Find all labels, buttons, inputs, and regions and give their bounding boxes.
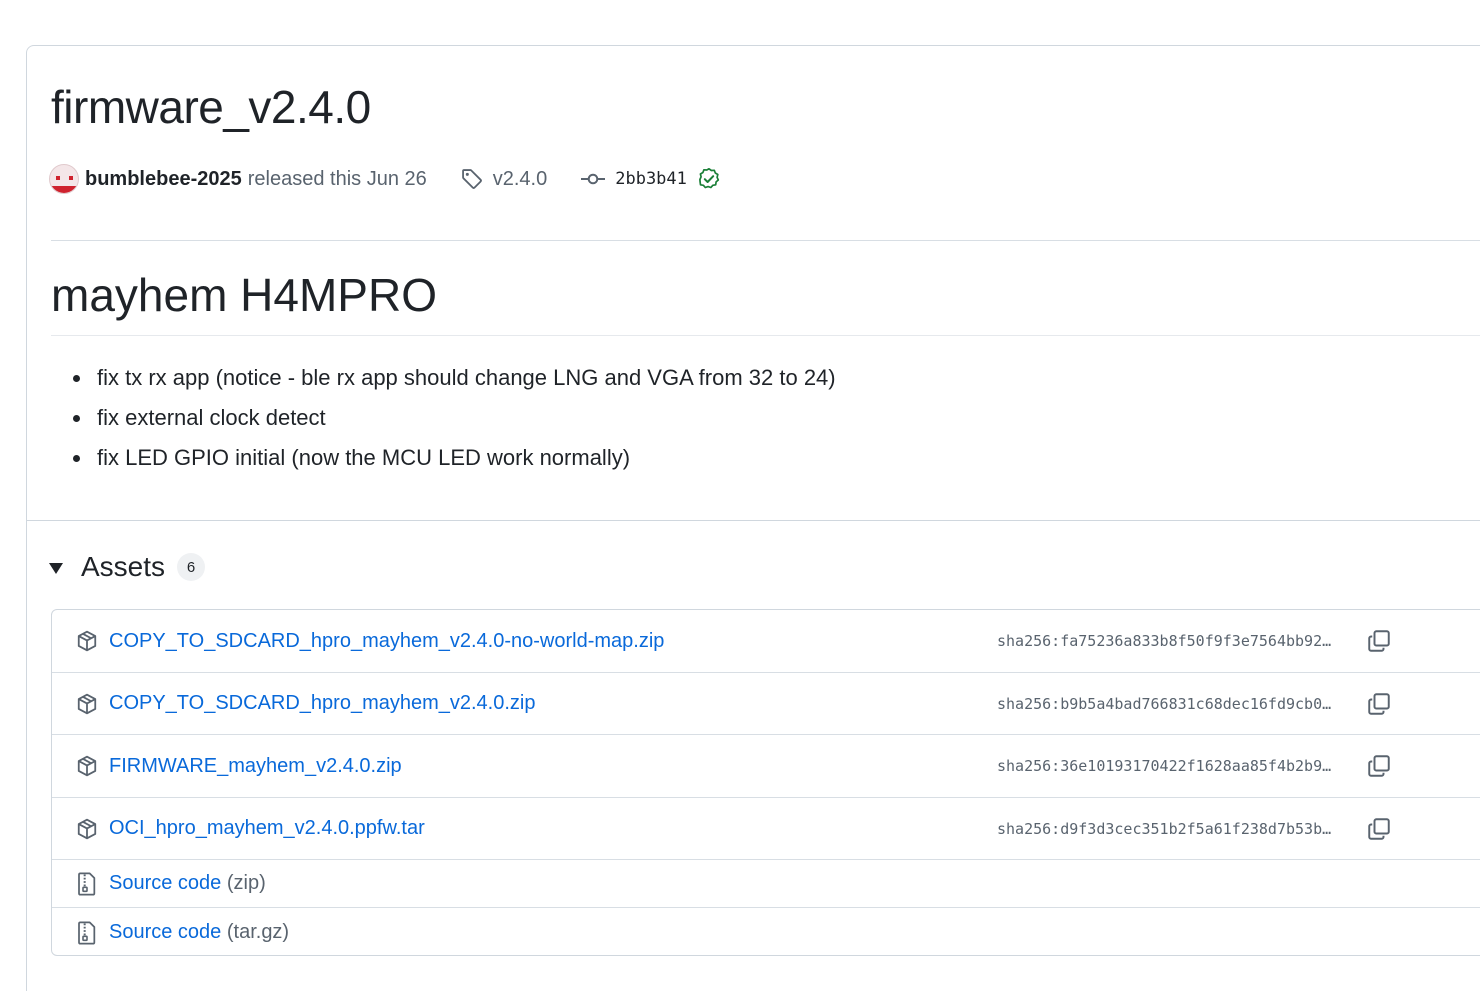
asset-link[interactable]: COPY_TO_SDCARD_hpro_mayhem_v2.4.0.zip: [109, 692, 535, 715]
package-icon: [77, 755, 97, 777]
assets-title: Assets: [81, 551, 166, 582]
file-zip-icon: [78, 871, 96, 896]
assets-divider: [27, 520, 1480, 521]
release-notes-list: fix tx rx app (notice - ble rx app shoul…: [73, 362, 836, 482]
author-avatar[interactable]: [49, 164, 79, 194]
release-title[interactable]: firmware_v2.4.0: [51, 80, 371, 134]
file-zip-icon: [78, 920, 96, 945]
released-date: released this Jun 26: [247, 167, 427, 190]
source-link[interactable]: Source code (zip): [109, 872, 266, 895]
source-suffix: (zip): [226, 872, 266, 894]
triangle-down-icon: [49, 563, 63, 574]
asset-link[interactable]: COPY_TO_SDCARD_hpro_mayhem_v2.4.0-no-wor…: [109, 630, 664, 653]
source-row: Source code (tar.gz): [52, 908, 1480, 955]
asset-sha: sha256:fa75236a833b8f50f9f3e7564bb92…: [997, 632, 1332, 650]
copy-icon[interactable]: [1367, 817, 1391, 841]
source-link[interactable]: Source code (tar.gz): [109, 921, 289, 944]
source-label: Source code: [109, 872, 222, 894]
asset-sha: sha256:b9b5a4bad766831c68dec16fd9cb0…: [997, 694, 1332, 713]
release-meta: bumblebee-2025 released this Jun 26 v2.4…: [49, 162, 721, 196]
source-suffix: (tar.gz): [226, 921, 290, 943]
asset-row: COPY_TO_SDCARD_hpro_mayhem_v2.4.0-no-wor…: [52, 610, 1480, 673]
tag-label: v2.4.0: [492, 167, 548, 190]
package-icon: [77, 630, 97, 652]
asset-sha: sha256:d9f3d3cec351b2f5a61f238d7b53b…: [997, 819, 1332, 838]
author-name[interactable]: bumblebee-2025: [85, 168, 242, 191]
source-label: Source code: [109, 921, 222, 943]
release-card: firmware_v2.4.0 bumblebee-2025 released …: [26, 45, 1480, 991]
list-item: fix external clock detect: [73, 402, 836, 442]
release-commit[interactable]: 2bb3b41: [581, 167, 721, 191]
tag-icon: [461, 169, 482, 189]
asset-row: FIRMWARE_mayhem_v2.4.0.zip sha256:36e101…: [52, 735, 1480, 798]
notes-heading: mayhem H4MPRO: [51, 269, 437, 321]
copy-icon[interactable]: [1367, 754, 1391, 778]
asset-sha: sha256:36e10193170422f1628aa85f4b2b9…: [997, 757, 1332, 775]
asset-link[interactable]: FIRMWARE_mayhem_v2.4.0.zip: [109, 755, 402, 778]
assets-list: COPY_TO_SDCARD_hpro_mayhem_v2.4.0-no-wor…: [51, 609, 1480, 956]
commit-sha: 2bb3b41: [615, 169, 687, 189]
package-icon: [77, 818, 97, 839]
asset-row: OCI_hpro_mayhem_v2.4.0.ppfw.tar sha256:d…: [52, 798, 1480, 860]
list-item: fix tx rx app (notice - ble rx app shoul…: [73, 362, 836, 402]
list-item: fix LED GPIO initial (now the MCU LED wo…: [73, 442, 836, 482]
copy-icon[interactable]: [1367, 629, 1391, 653]
heading-divider: [51, 335, 1480, 336]
meta-divider: [51, 240, 1480, 241]
assets-count-badge: 6: [177, 553, 206, 581]
asset-link[interactable]: OCI_hpro_mayhem_v2.4.0.ppfw.tar: [109, 817, 425, 840]
git-commit-icon: [581, 173, 606, 185]
release-tag[interactable]: v2.4.0: [461, 168, 547, 191]
assets-toggle[interactable]: Assets 6: [49, 549, 206, 585]
asset-row: COPY_TO_SDCARD_hpro_mayhem_v2.4.0.zip sh…: [52, 673, 1480, 735]
source-row: Source code (zip): [52, 860, 1480, 908]
package-icon: [77, 693, 97, 714]
verified-check-icon[interactable]: [697, 167, 721, 191]
copy-icon[interactable]: [1367, 692, 1391, 716]
